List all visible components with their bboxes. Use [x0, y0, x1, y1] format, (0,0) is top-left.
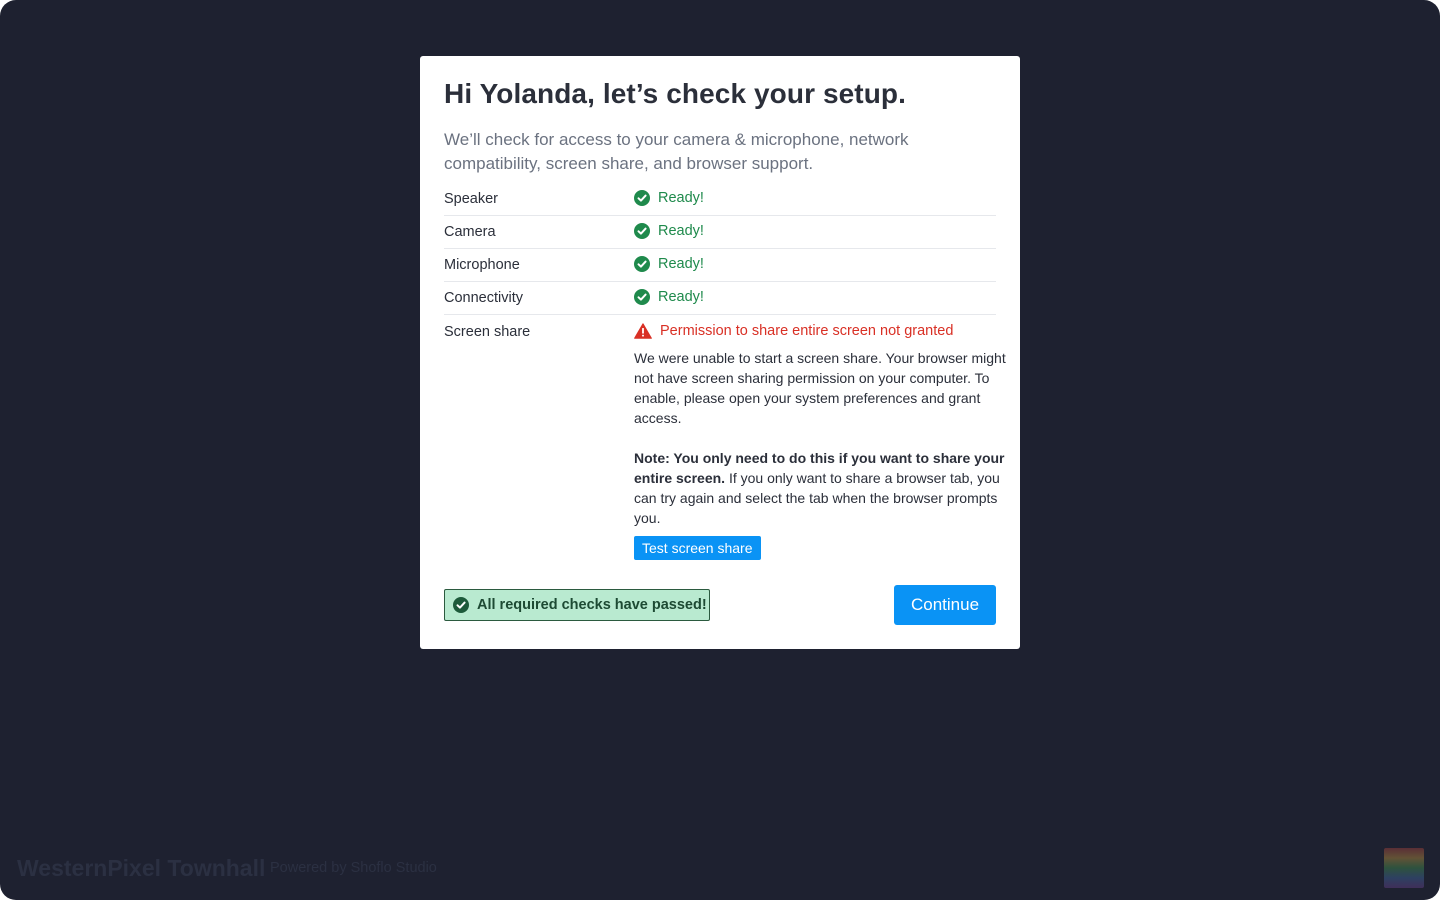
checks-passed-banner: All required checks have passed! [444, 589, 710, 621]
check-label: Speaker [444, 191, 499, 207]
check-row-microphone: Microphone Ready! [444, 249, 996, 282]
screen-share-help: We were unable to start a screen share. … [634, 348, 1006, 528]
status-text: Ready! [658, 223, 704, 239]
check-status: Permission to share entire screen not gr… [634, 323, 953, 339]
check-label: Screen share [444, 324, 531, 340]
setup-check-dialog: Hi Yolanda, let’s check your setup. We’l… [420, 56, 1020, 649]
check-status: Ready! [634, 289, 704, 305]
status-text: Ready! [658, 190, 704, 206]
check-status: Ready! [634, 256, 704, 272]
check-circle-icon [634, 289, 650, 305]
check-label: Microphone [444, 257, 520, 273]
check-status: Ready! [634, 223, 704, 239]
dialog-intro: We’ll check for access to your camera & … [444, 130, 909, 173]
check-label: Camera [444, 224, 496, 240]
event-thumbnail [1384, 848, 1424, 888]
event-brand-name: WesternPixel Townhall [17, 855, 266, 881]
screen-share-description: We were unable to start a screen share. … [634, 350, 1006, 426]
check-row-camera: Camera Ready! [444, 216, 996, 249]
check-status: Ready! [634, 190, 704, 206]
screen-share-note: Note: You only need to do this if you wa… [634, 448, 1006, 528]
status-text: Ready! [658, 289, 704, 305]
dialog-title: Hi Yolanda, let’s check your setup. [444, 78, 907, 109]
passed-text: All required checks have passed! [477, 597, 707, 613]
test-screen-share-button[interactable]: Test screen share [634, 536, 761, 560]
warning-triangle-icon [634, 323, 652, 339]
check-label: Connectivity [444, 290, 523, 306]
powered-by-text: Powered by Shoflo Studio [270, 860, 437, 876]
status-text: Ready! [658, 256, 704, 272]
check-circle-icon [634, 190, 650, 206]
check-circle-icon [634, 223, 650, 239]
check-circle-icon [453, 597, 469, 613]
continue-button[interactable]: Continue [894, 585, 996, 625]
check-circle-icon [634, 256, 650, 272]
check-row-speaker: Speaker Ready! [444, 183, 996, 216]
check-row-connectivity: Connectivity Ready! [444, 282, 996, 315]
app-background: Hi Yolanda, let’s check your setup. We’l… [0, 0, 1440, 900]
error-text: Permission to share entire screen not gr… [660, 323, 954, 339]
